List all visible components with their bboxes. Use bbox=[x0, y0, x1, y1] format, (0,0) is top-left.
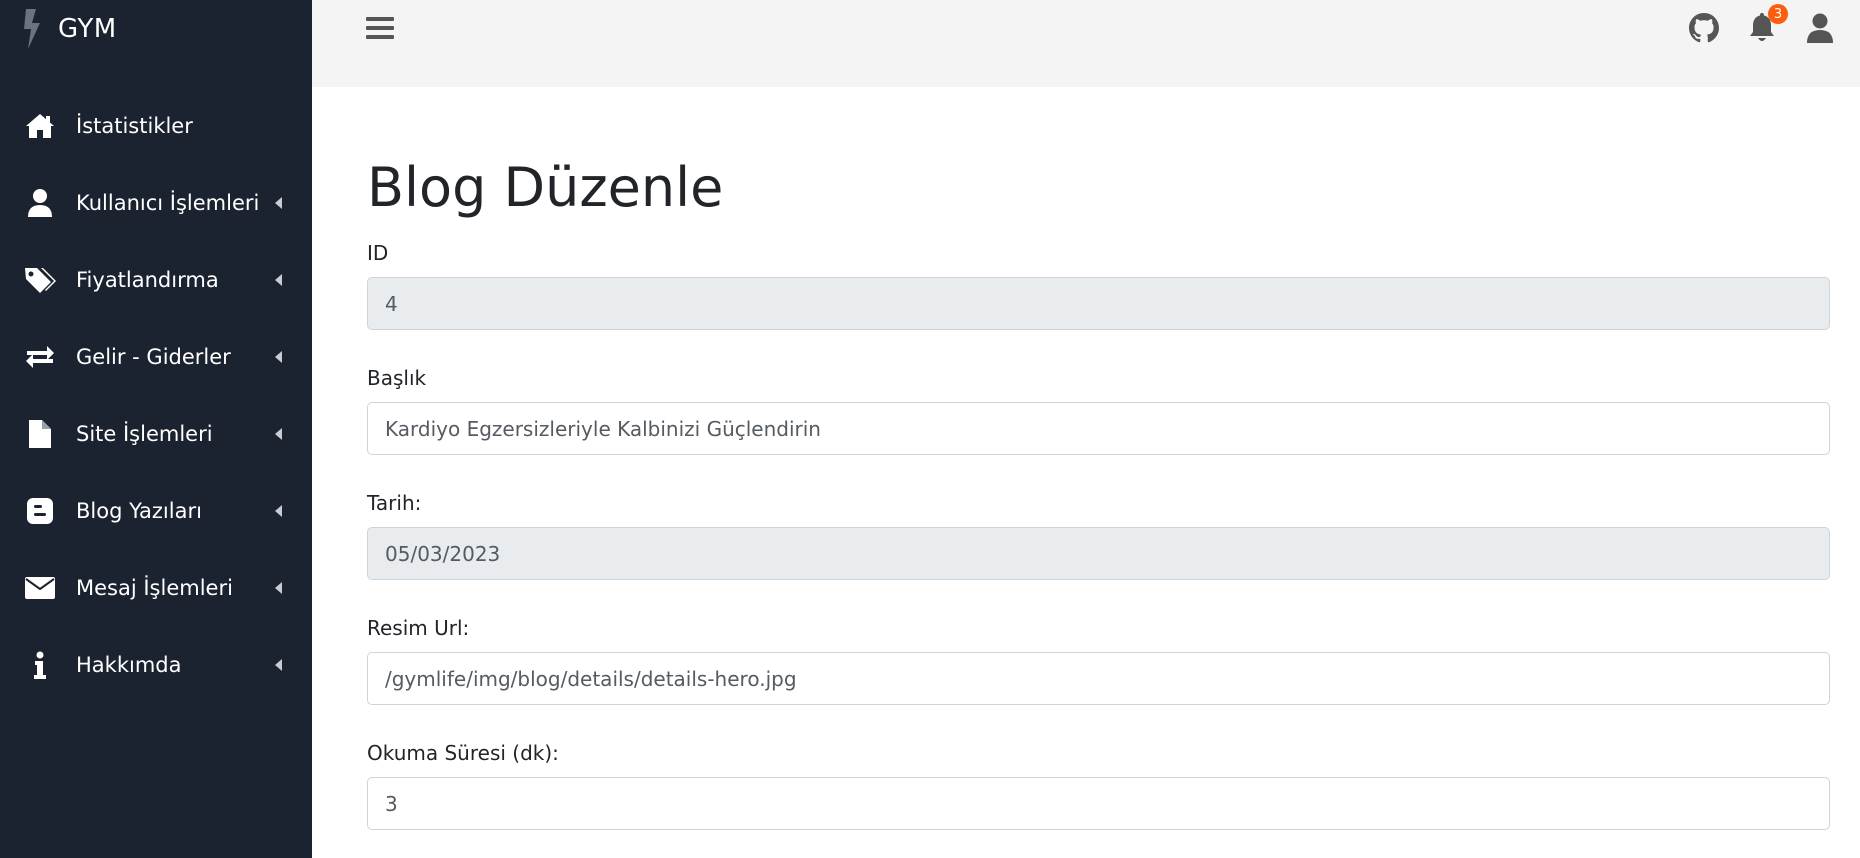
bell-icon[interactable]: 3 bbox=[1746, 4, 1788, 44]
topbar: 3 bbox=[312, 0, 1860, 87]
sidebar-item-site-islemleri[interactable]: Site İşlemleri bbox=[0, 395, 312, 472]
sidebar-item-hakkimda[interactable]: Hakkımda bbox=[0, 626, 312, 703]
file-icon bbox=[24, 418, 56, 450]
notification-count-badge: 3 bbox=[1768, 4, 1788, 24]
read-time-field[interactable] bbox=[367, 777, 1830, 830]
user-icon bbox=[24, 187, 56, 219]
form-group-date: Tarih: bbox=[367, 488, 1830, 580]
title-field[interactable] bbox=[367, 402, 1830, 455]
date-label: Tarih: bbox=[367, 491, 422, 515]
id-field[interactable] bbox=[367, 277, 1830, 330]
sidebar-menu: İstatistikler Kullanıcı İşlemleri Fiyatl… bbox=[0, 87, 312, 703]
main-content: Blog Düzenle ID Başlık Tarih: Resim Url:… bbox=[367, 87, 1830, 830]
exchange-arrows-icon bbox=[24, 341, 56, 373]
brand-name: GYM bbox=[58, 14, 117, 44]
hamburger-icon[interactable] bbox=[366, 14, 394, 42]
page-title: Blog Düzenle bbox=[367, 156, 724, 219]
id-label: ID bbox=[367, 241, 389, 265]
sidebar-item-label: Gelir - Giderler bbox=[76, 344, 231, 369]
form-group-title: Başlık bbox=[367, 363, 1830, 455]
blogger-icon bbox=[24, 495, 56, 527]
form-group-image-url: Resim Url: bbox=[367, 613, 1830, 705]
sidebar-item-mesaj-islemleri[interactable]: Mesaj İşlemleri bbox=[0, 549, 312, 626]
envelope-icon bbox=[24, 572, 56, 604]
caret-left-icon bbox=[275, 504, 282, 517]
sidebar-item-kullanici-islemleri[interactable]: Kullanıcı İşlemleri bbox=[0, 164, 312, 241]
caret-left-icon bbox=[275, 427, 282, 440]
user-icon[interactable] bbox=[1804, 12, 1836, 44]
sidebar-item-label: Kullanıcı İşlemleri bbox=[76, 190, 260, 215]
info-icon bbox=[24, 649, 56, 681]
date-field[interactable] bbox=[367, 527, 1830, 580]
sidebar-item-label: Mesaj İşlemleri bbox=[76, 575, 233, 600]
caret-left-icon bbox=[275, 273, 282, 286]
read-time-label: Okuma Süresi (dk): bbox=[367, 741, 559, 765]
caret-left-icon bbox=[275, 658, 282, 671]
caret-left-icon bbox=[275, 581, 282, 594]
form-group-read-time: Okuma Süresi (dk): bbox=[367, 738, 1830, 830]
sidebar: GYM İstatistikler Kullanıcı İşlemleri Fi… bbox=[0, 0, 312, 858]
sidebar-item-blog-yazilari[interactable]: Blog Yazıları bbox=[0, 472, 312, 549]
image-url-label: Resim Url: bbox=[367, 616, 470, 640]
brand[interactable]: GYM bbox=[20, 8, 117, 50]
caret-left-icon bbox=[275, 350, 282, 363]
title-label: Başlık bbox=[367, 366, 427, 390]
sidebar-item-label: İstatistikler bbox=[76, 113, 193, 138]
tags-icon bbox=[24, 264, 56, 296]
sidebar-item-gelir-giderler[interactable]: Gelir - Giderler bbox=[0, 318, 312, 395]
sidebar-item-fiyatlandirma[interactable]: Fiyatlandırma bbox=[0, 241, 312, 318]
bolt-icon bbox=[24, 9, 40, 49]
sidebar-item-istatistikler[interactable]: İstatistikler bbox=[0, 87, 312, 164]
home-icon bbox=[24, 110, 56, 142]
sidebar-item-label: Blog Yazıları bbox=[76, 498, 202, 523]
form-group-id: ID bbox=[367, 238, 1830, 330]
github-icon[interactable] bbox=[1688, 12, 1720, 44]
caret-left-icon bbox=[275, 196, 282, 209]
sidebar-item-label: Hakkımda bbox=[76, 652, 182, 677]
image-url-field[interactable] bbox=[367, 652, 1830, 705]
sidebar-item-label: Fiyatlandırma bbox=[76, 267, 219, 292]
sidebar-item-label: Site İşlemleri bbox=[76, 421, 213, 446]
